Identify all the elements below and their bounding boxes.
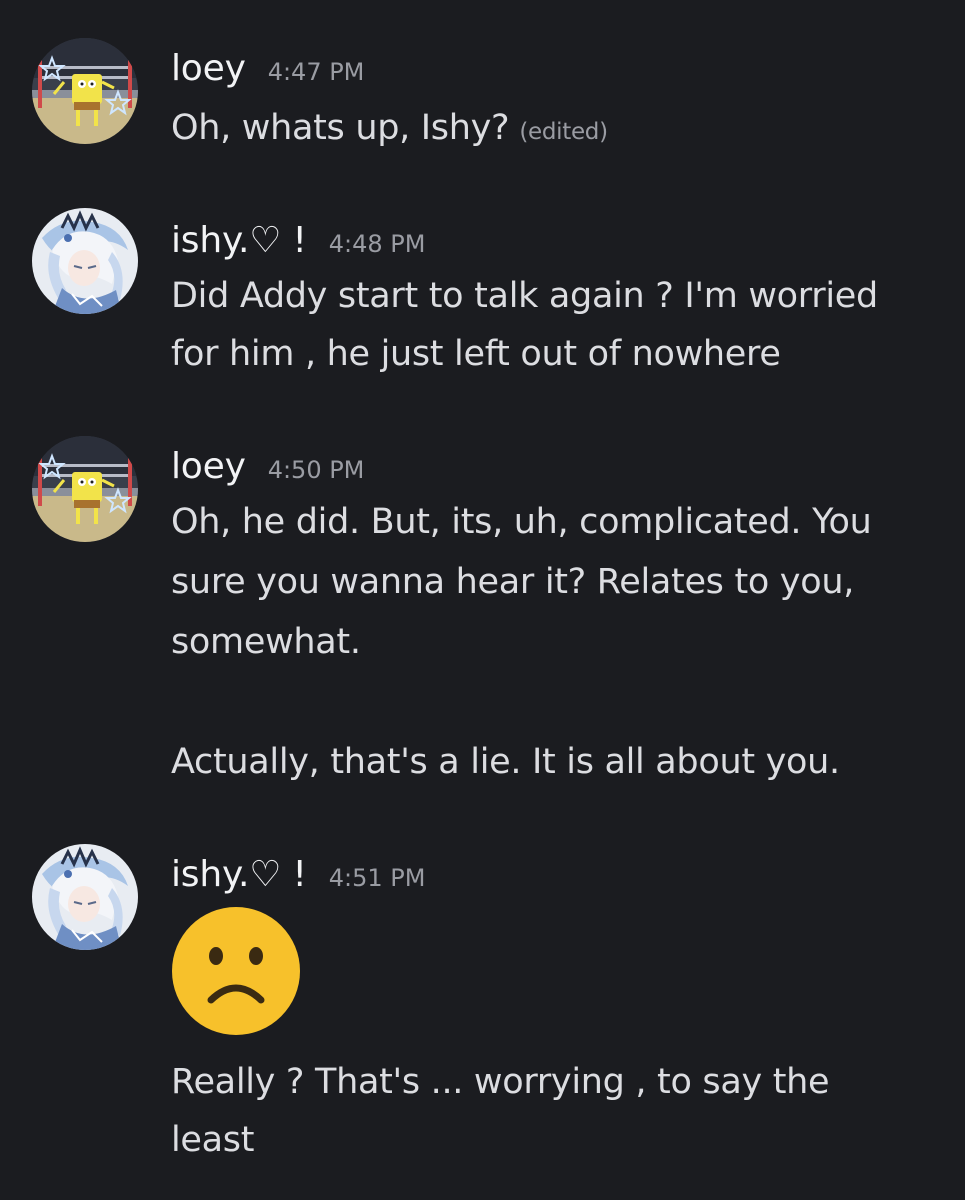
username[interactable]: loey: [171, 446, 246, 487]
message-header: loey 4:50 PM: [171, 446, 364, 487]
message-text-line: somewhat.: [171, 622, 361, 662]
message-text: Oh, whats up, Ishy?: [171, 108, 510, 148]
chat-message-list: loey 4:47 PM Oh, whats up, Ishy? (edited): [0, 0, 965, 1200]
username[interactable]: loey: [171, 48, 246, 89]
edited-label: (edited): [519, 119, 608, 145]
message-header: loey 4:47 PM: [171, 48, 364, 89]
timestamp: 4:47 PM: [267, 58, 365, 86]
message-header: ishy.♡ ! 4:51 PM: [171, 854, 425, 895]
spongebob-avatar[interactable]: [32, 38, 138, 144]
anime-character-avatar[interactable]: [32, 844, 138, 950]
message-text-line: Really ? That's ... worrying , to say th…: [171, 1062, 830, 1102]
message-group[interactable]: loey 4:47 PM Oh, whats up, Ishy? (edited): [0, 0, 965, 180]
message-group[interactable]: ishy.♡ ! 4:48 PM Did Addy start to talk …: [0, 190, 965, 410]
message-text-line: sure you wanna hear it? Relates to you,: [171, 562, 855, 602]
message-header: ishy.♡ ! 4:48 PM: [171, 220, 425, 261]
message-text-line: Oh, whats up, Ishy? (edited): [171, 108, 608, 148]
timestamp: 4:48 PM: [328, 230, 426, 258]
message-group[interactable]: loey 4:50 PM Oh, he did. But, its, uh, c…: [0, 420, 965, 820]
username[interactable]: ishy.♡ !: [171, 854, 307, 895]
slightly-frowning-face-emoji[interactable]: [171, 906, 301, 1036]
username[interactable]: ishy.♡ !: [171, 220, 307, 261]
message-text-line: for him , he just left out of nowhere: [171, 334, 781, 374]
anime-character-avatar[interactable]: [32, 208, 138, 314]
timestamp: 4:50 PM: [267, 456, 365, 484]
timestamp: 4:51 PM: [328, 864, 426, 892]
message-text-line: Did Addy start to talk again ? I'm worri…: [171, 276, 878, 316]
spongebob-avatar[interactable]: [32, 436, 138, 542]
message-text-line: least: [171, 1120, 255, 1160]
message-group[interactable]: ishy.♡ ! 4:51 PM Really ? That's ... wor…: [0, 830, 965, 1200]
message-text-line: Oh, he did. But, its, uh, complicated. Y…: [171, 502, 872, 542]
message-text-line: Actually, that's a lie. It is all about …: [171, 742, 840, 782]
